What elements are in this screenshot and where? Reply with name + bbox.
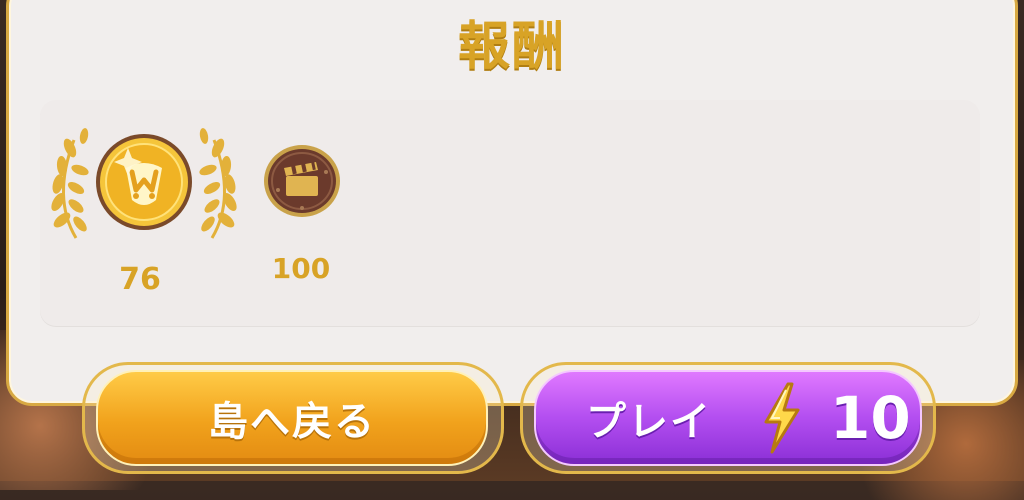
panel-title: 報酬 [457, 17, 566, 77]
back-to-island-label: 島へ戻る [208, 399, 376, 445]
laurel-coin-icon [51, 128, 237, 239]
clapperboard-coin-icon [264, 145, 340, 217]
play-button[interactable]: プレイ 10 [534, 370, 922, 466]
reward-count-coin: 76 [119, 262, 161, 297]
play-cost: 10 [830, 384, 911, 452]
reward-count-clapperboard: 100 [271, 252, 331, 285]
reward-item-clapperboard [262, 140, 342, 222]
reward-item-coin [46, 128, 242, 246]
play-label: プレイ [586, 399, 712, 445]
lightning-bolt-icon [764, 382, 800, 454]
back-to-island-button[interactable]: 島へ戻る [96, 370, 488, 466]
